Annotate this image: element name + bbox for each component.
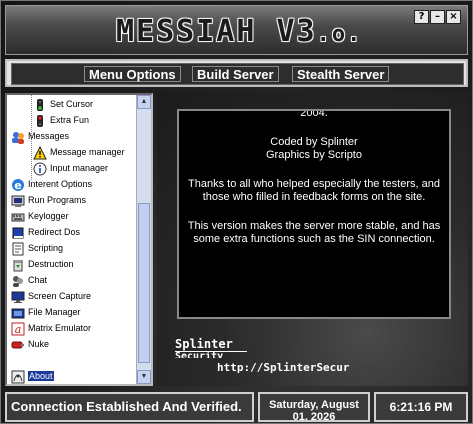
status-connection: Connection Established And Verified.	[5, 392, 254, 422]
info-icon	[33, 162, 47, 176]
website-url[interactable]: http://SplinterSecur	[217, 361, 349, 374]
sidebar-item-keylogger[interactable]: Keylogger	[11, 209, 69, 224]
build-server-button[interactable]: Build Server	[192, 66, 279, 82]
sidebar-item-extra-fun[interactable]: Extra Fun	[33, 113, 89, 128]
help-button[interactable]: ?	[414, 10, 429, 24]
about-graphics-by: Graphics by Scripto	[266, 149, 362, 161]
sidebar-item-messages[interactable]: Messages	[11, 129, 69, 144]
about-coded-by: Coded by Splinter	[270, 136, 358, 148]
sidebar-item-file-manager[interactable]: File Manager	[11, 305, 81, 320]
sidebar-item-run-programs[interactable]: Run Programs	[11, 193, 86, 208]
sidebar-item-nuke[interactable]: Nuke	[11, 337, 49, 352]
scroll-up-button[interactable]: ▲	[137, 95, 151, 109]
stealth-server-button[interactable]: Stealth Server	[292, 66, 390, 82]
sidebar-item-redirect-dos[interactable]: Redirect Dos	[11, 225, 80, 240]
screen-capture-icon	[11, 290, 25, 304]
scroll-down-button[interactable]: ▼	[137, 370, 151, 384]
sidebar-item-message-manager[interactable]: Message manager	[33, 145, 125, 160]
sidebar-tree: Set Cursor Extra Fun Messages Message ma…	[5, 93, 153, 386]
script-icon	[11, 242, 25, 256]
recycle-bin-icon	[11, 258, 25, 272]
sidebar-item-set-cursor[interactable]: Set Cursor	[33, 97, 93, 112]
status-date: Saturday, August 01, 2026	[258, 392, 370, 422]
sidebar-item-internet-options[interactable]: e Interent Options	[11, 177, 92, 192]
sidebar-item-input-manager[interactable]: Input manager	[33, 161, 108, 176]
chat-icon	[11, 274, 25, 288]
sidebar-item-scripting[interactable]: Scripting	[11, 241, 63, 256]
internet-explorer-icon: e	[11, 178, 25, 192]
menu-bar: Menu Options Build Server Stealth Server	[5, 59, 468, 87]
status-time: 6:21:16 PM	[374, 392, 468, 422]
run-icon	[11, 194, 25, 208]
about-version-note: This version makes the server more stabl…	[187, 220, 441, 245]
sidebar-item-destruction[interactable]: Destruction	[11, 257, 74, 272]
file-manager-icon	[11, 306, 25, 320]
window-controls: ? – ×	[414, 10, 461, 24]
menu-bar-inner: Menu Options Build Server Stealth Server	[11, 63, 464, 85]
keyboard-icon	[11, 210, 25, 224]
svg-text:a: a	[15, 323, 22, 336]
app-title: MESSIAH V3.o.	[116, 14, 363, 49]
book-icon	[11, 226, 25, 240]
menu-options-button[interactable]: Menu Options	[84, 66, 181, 82]
svg-text:e: e	[14, 179, 21, 192]
sidebar-scrollbar[interactable]: ▲ ▼	[136, 95, 151, 384]
about-text-panel: 2004. Coded by Splinter Graphics by Scri…	[177, 109, 451, 319]
main-window: MESSIAH V3.o. ? – × Menu Options Build S…	[0, 0, 473, 424]
warning-icon	[33, 145, 47, 160]
close-button[interactable]: ×	[446, 10, 461, 24]
traffic-light-red-icon	[33, 114, 47, 128]
splinter-security-logo: Splinter Security	[175, 337, 247, 358]
scroll-thumb[interactable]	[138, 203, 150, 363]
traffic-light-green-icon	[33, 98, 47, 112]
nuke-icon	[11, 338, 25, 352]
sidebar-item-chat[interactable]: Chat	[11, 273, 47, 288]
title-banner: MESSIAH V3.o. ? – ×	[5, 5, 468, 55]
about-thanks: Thanks to all who helped especially the …	[188, 178, 440, 203]
about-icon	[11, 370, 25, 384]
sidebar-item-about[interactable]: About	[11, 369, 54, 384]
about-text-top: 2004.	[300, 109, 328, 119]
content-area: 2004. Coded by Splinter Graphics by Scri…	[157, 93, 468, 386]
sidebar-item-matrix-emulator[interactable]: a Matrix Emulator	[11, 321, 91, 336]
sidebar-item-screen-capture[interactable]: Screen Capture	[11, 289, 91, 304]
matrix-icon: a	[11, 322, 25, 336]
minimize-button[interactable]: –	[430, 10, 445, 24]
users-icon	[11, 130, 25, 144]
